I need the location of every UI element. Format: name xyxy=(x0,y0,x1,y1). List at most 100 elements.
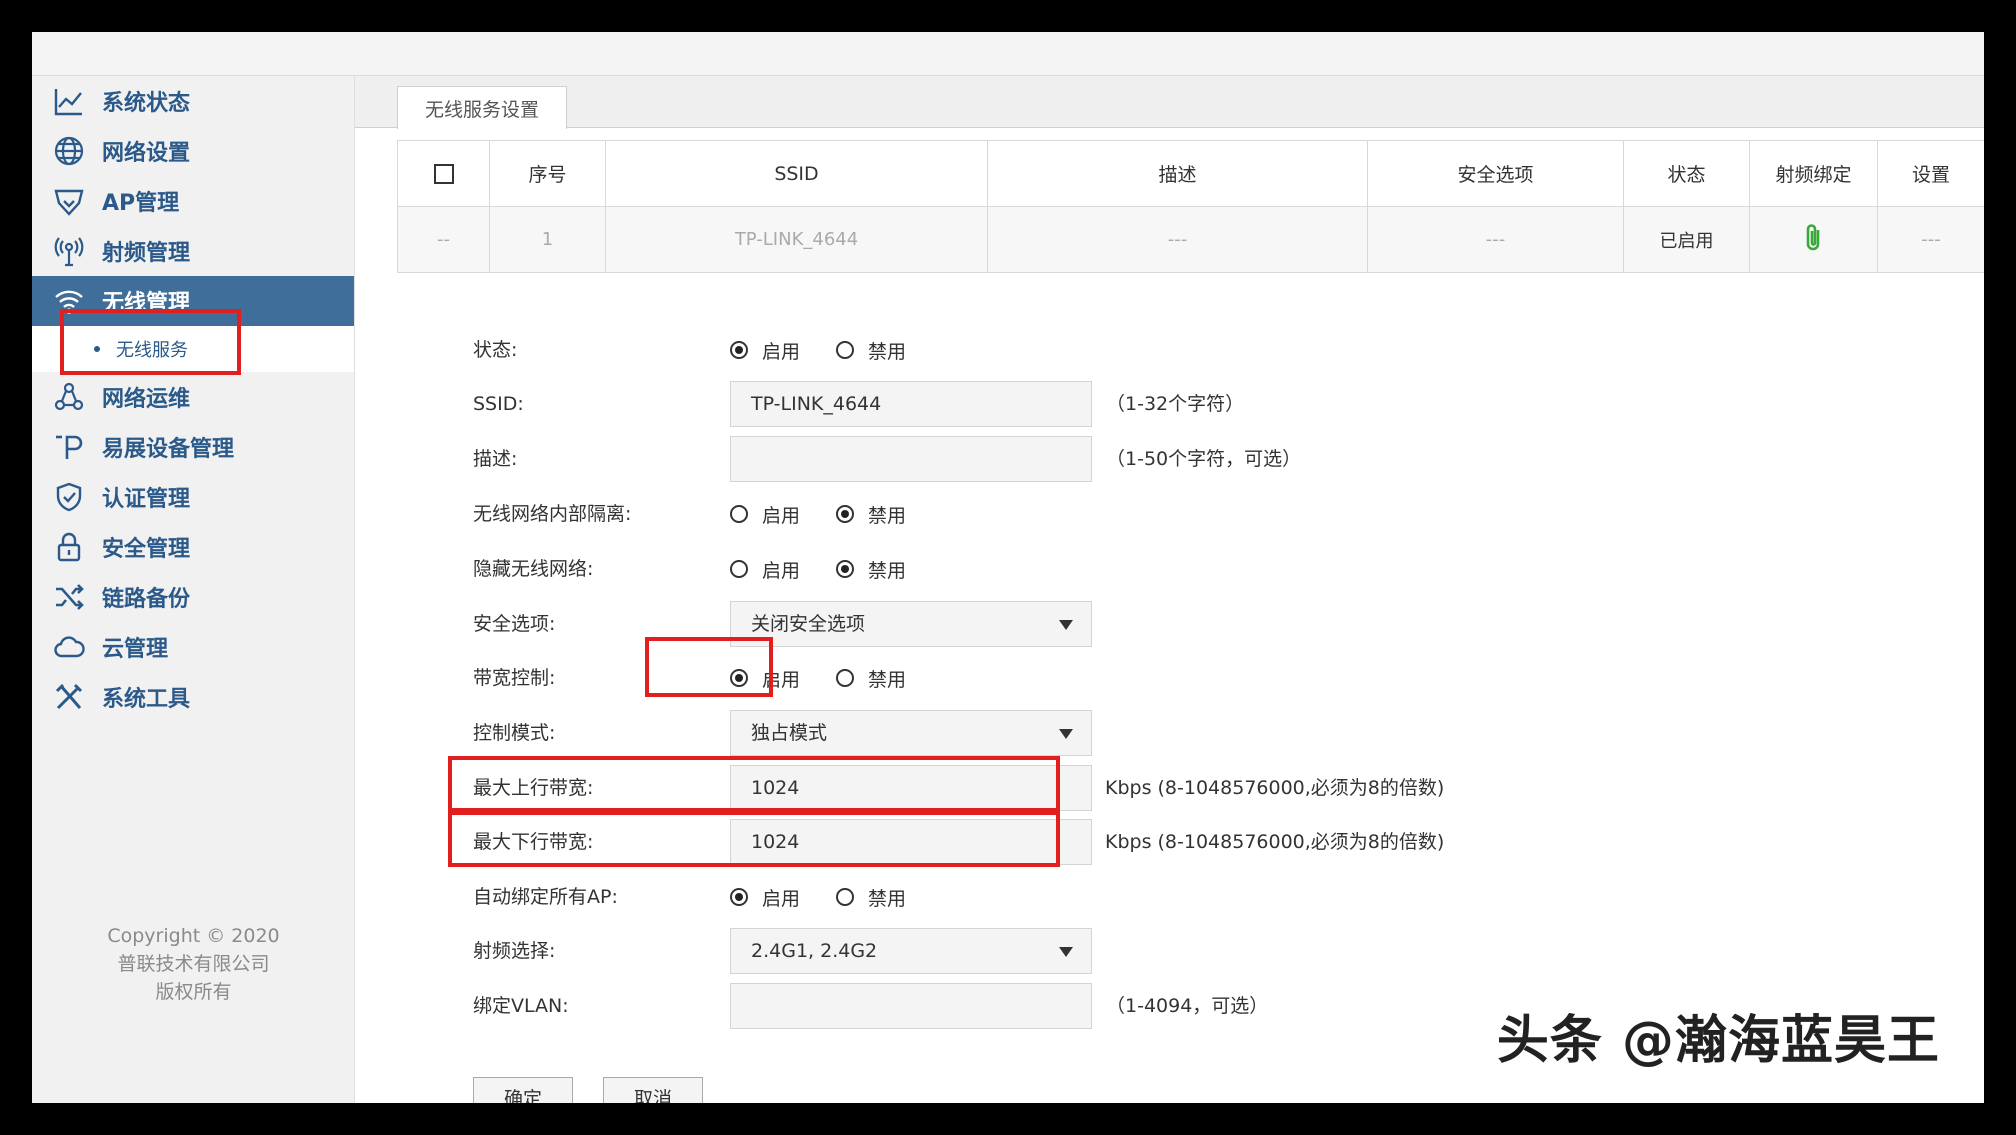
select-all-checkbox[interactable] xyxy=(433,164,454,184)
ok-button[interactable]: 确定 xyxy=(473,1077,573,1103)
field-label: 描述: xyxy=(473,448,518,470)
watermark: 头条 @瀚海蓝昊王 xyxy=(1496,1011,1940,1071)
top-bar xyxy=(32,32,1984,76)
isolation-disable-radio[interactable]: 禁用 xyxy=(836,501,906,528)
bandwidth-enable-radio[interactable]: 启用 xyxy=(730,665,800,692)
bandwidth-disable-radio[interactable]: 禁用 xyxy=(836,665,906,692)
vlan-input[interactable] xyxy=(730,983,1092,1029)
column-header: 状态 xyxy=(1623,140,1750,207)
radio-band-select[interactable]: 2.4G1, 2.4G2 xyxy=(730,928,1092,974)
sidebar-item-label: 安全管理 xyxy=(102,537,191,562)
sidebar-item-label: 链路备份 xyxy=(102,587,191,612)
column-header: 描述 xyxy=(987,140,1368,207)
app-window: 系统状态 网络设置 AP管理 射频管理 无线管理 无线服务 网络运维 易展设备管… xyxy=(32,32,1984,1103)
sidebar-item-system-status[interactable]: 系统状态 xyxy=(32,76,354,126)
chevron-down-icon xyxy=(1059,620,1073,630)
table-cell: --- xyxy=(1367,206,1624,273)
radio-binding-cell[interactable] xyxy=(1749,206,1878,273)
status-cell: 已启用 xyxy=(1623,206,1750,273)
tab-wireless-service-settings[interactable]: 无线服务设置 xyxy=(397,86,567,129)
description-input[interactable] xyxy=(730,436,1092,482)
status-enable-radio[interactable]: 启用 xyxy=(730,337,800,364)
sidebar-item-auth-management[interactable]: 认证管理 xyxy=(32,472,354,522)
field-label: 隐藏无线网络: xyxy=(473,558,594,580)
sidebar-item-radio-management[interactable]: 射频管理 xyxy=(32,226,354,276)
table-header-row: 序号 SSID 描述 安全选项 状态 射频绑定 设置 xyxy=(397,140,1984,207)
chevron-down-icon xyxy=(1059,947,1073,957)
table-cell: 1 xyxy=(489,206,606,273)
cloud-icon xyxy=(52,630,86,664)
sidebar-item-label: 系统状态 xyxy=(102,91,191,116)
security-select[interactable]: 关闭安全选项 xyxy=(730,601,1092,647)
sidebar: 系统状态 网络设置 AP管理 射频管理 无线管理 无线服务 网络运维 易展设备管… xyxy=(32,76,355,1103)
hidden-disable-radio[interactable]: 禁用 xyxy=(836,556,906,583)
shield-check-icon xyxy=(52,480,86,514)
antenna-icon xyxy=(52,234,86,268)
copyright-company: 普联技术有限公司 xyxy=(117,953,270,975)
copyright-rights: 版权所有 xyxy=(155,981,232,1003)
hidden-enable-radio[interactable]: 启用 xyxy=(730,556,800,583)
hidden-radio-group: 启用 禁用 xyxy=(730,546,942,592)
form-row-status: 状态: 启用 禁用 xyxy=(355,327,1984,373)
sidebar-item-system-tools[interactable]: 系统工具 xyxy=(32,672,354,722)
sidebar-item-label: 网络设置 xyxy=(102,141,191,166)
select-all-header[interactable] xyxy=(397,140,490,207)
field-label: 带宽控制: xyxy=(473,667,556,689)
form-row-max-upload: 最大上行带宽: 1024 Kbps (8-1048576000,必须为8的倍数) xyxy=(355,765,1984,811)
autobind-disable-radio[interactable]: 禁用 xyxy=(836,884,906,911)
cancel-button[interactable]: 取消 xyxy=(603,1077,703,1103)
sidebar-item-network-settings[interactable]: 网络设置 xyxy=(32,126,354,176)
table-row[interactable]: -- 1 TP-LINK_4644 --- --- 已启用 --- xyxy=(397,206,1984,273)
sidebar-item-expand-devices[interactable]: 易展设备管理 xyxy=(32,422,354,472)
sidebar-subitem-wireless-service[interactable]: 无线服务 xyxy=(32,326,354,372)
sidebar-item-label: 认证管理 xyxy=(102,487,191,512)
sidebar-item-label: 射频管理 xyxy=(102,241,191,266)
form-row-ssid: SSID: TP-LINK_4644 （1-32个字符） xyxy=(355,381,1984,427)
sidebar-item-ap-management[interactable]: AP管理 xyxy=(32,176,354,226)
form-row-hidden: 隐藏无线网络: 启用 禁用 xyxy=(355,546,1984,592)
sidebar-item-label: 易展设备管理 xyxy=(102,437,235,462)
status-radio-group: 启用 禁用 xyxy=(730,327,942,373)
status-disable-radio[interactable]: 禁用 xyxy=(836,337,906,364)
sidebar-subitem-label: 无线服务 xyxy=(116,340,188,361)
field-label: 控制模式: xyxy=(473,722,556,744)
isolation-enable-radio[interactable]: 启用 xyxy=(730,501,800,528)
field-hint: （1-32个字符） xyxy=(1106,393,1245,415)
lock-icon xyxy=(52,530,86,564)
field-hint: （1-4094，可选） xyxy=(1106,995,1269,1017)
form-row-bandwidth: 带宽控制: 启用 禁用 xyxy=(355,655,1984,701)
field-label: 最大上行带宽: xyxy=(473,777,594,799)
field-hint: （1-50个字符，可选） xyxy=(1106,448,1302,470)
autobind-enable-radio[interactable]: 启用 xyxy=(730,884,800,911)
sidebar-item-wireless-management[interactable]: 无线管理 xyxy=(32,276,354,326)
bullet-icon xyxy=(94,346,100,352)
wifi-icon xyxy=(52,284,86,318)
chevron-down-icon xyxy=(1059,729,1073,739)
sidebar-item-security-management[interactable]: 安全管理 xyxy=(32,522,354,572)
form-row-radio-select: 射频选择: 2.4G1, 2.4G2 xyxy=(355,928,1984,974)
tab-strip: 无线服务设置 xyxy=(355,76,1984,129)
control-mode-select[interactable]: 独占模式 xyxy=(730,710,1092,756)
sidebar-item-link-backup[interactable]: 链路备份 xyxy=(32,572,354,622)
sidebar-item-network-ops[interactable]: 网络运维 xyxy=(32,372,354,422)
field-label: 射频选择: xyxy=(473,940,556,962)
copyright-line: Copyright © 2020 xyxy=(107,925,280,947)
chart-line-icon xyxy=(52,84,86,118)
field-label: 最大下行带宽: xyxy=(473,831,594,853)
field-hint: Kbps (8-1048576000,必须为8的倍数) xyxy=(1105,831,1445,853)
sidebar-item-label: AP管理 xyxy=(102,191,180,216)
max-download-input[interactable]: 1024 xyxy=(730,819,1092,865)
sidebar-item-label: 无线管理 xyxy=(102,291,191,316)
sidebar-item-label: 网络运维 xyxy=(102,387,191,412)
globe-icon xyxy=(52,134,86,168)
max-upload-input[interactable]: 1024 xyxy=(730,765,1092,811)
form-row-auto-bind: 自动绑定所有AP: 启用 禁用 xyxy=(355,874,1984,920)
ap-shield-icon xyxy=(52,184,86,218)
field-label: 无线网络内部隔离: xyxy=(473,503,632,525)
ssid-input[interactable]: TP-LINK_4644 xyxy=(730,381,1092,427)
main-content: 无线服务设置 序号 SSID 描述 安全选项 状态 射频绑定 设置 -- 1 T… xyxy=(355,76,1984,1103)
field-label: 绑定VLAN: xyxy=(473,995,569,1017)
sidebar-item-cloud-management[interactable]: 云管理 xyxy=(32,622,354,672)
copyright: Copyright © 2020 普联技术有限公司 版权所有 xyxy=(32,922,355,1006)
paperclip-icon[interactable] xyxy=(1803,224,1825,257)
